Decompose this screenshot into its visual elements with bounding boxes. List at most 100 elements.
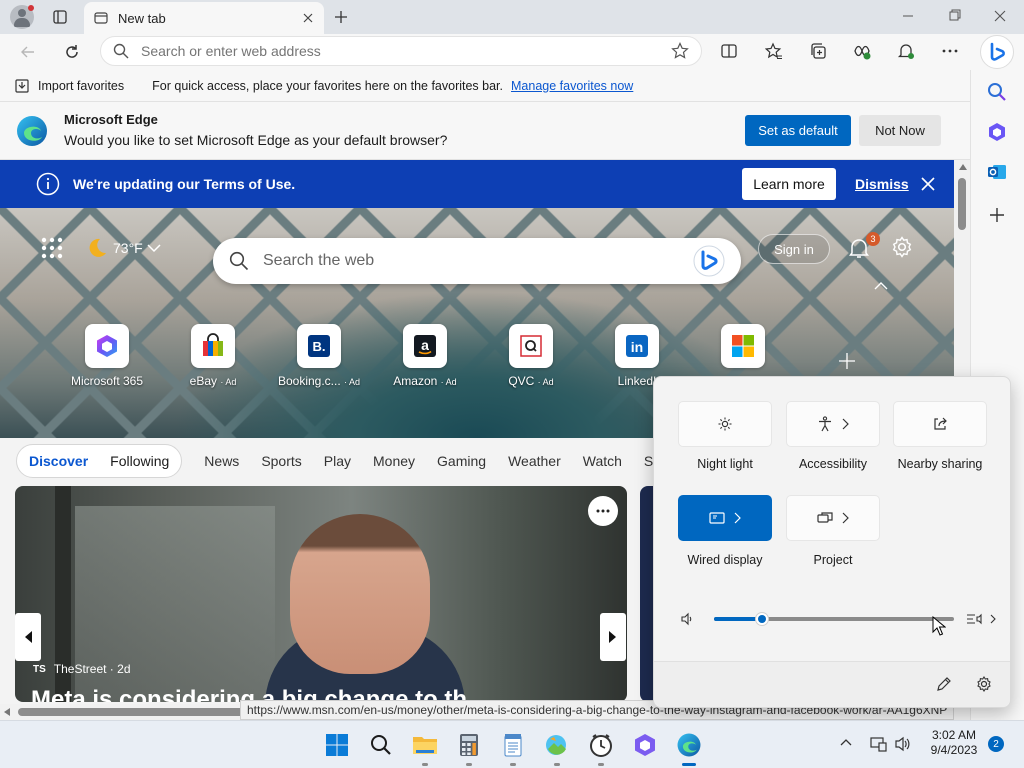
carousel-next-button[interactable] — [600, 613, 626, 661]
import-favorites-button[interactable]: Import favorites — [38, 79, 124, 93]
calculator-icon[interactable] — [453, 729, 485, 766]
volume-slider[interactable] — [714, 612, 954, 626]
tile-booking[interactable]: B. Booking.c... · Ad — [274, 324, 364, 388]
chevron-right-icon[interactable] — [733, 512, 741, 524]
browser-essentials-icon[interactable] — [846, 35, 878, 67]
tile-microsoft[interactable] — [698, 324, 788, 368]
add-shortcut-icon[interactable] — [838, 352, 856, 370]
project-label: Project — [813, 553, 853, 567]
refresh-icon[interactable] — [56, 36, 88, 68]
minimize-icon[interactable] — [896, 6, 920, 26]
nearby-sharing-toggle[interactable] — [893, 401, 987, 447]
set-as-default-button[interactable]: Set as default — [745, 115, 851, 146]
chevron-right-icon[interactable] — [841, 512, 849, 524]
add-favorite-star-icon[interactable] — [671, 42, 689, 60]
new-tab-button[interactable] — [325, 1, 357, 33]
web-search-box[interactable]: Search the web — [213, 238, 741, 284]
nav-news[interactable]: News — [204, 453, 239, 469]
tile-amazon[interactable]: a Amazon · Ad — [380, 324, 470, 388]
volume-thumb[interactable] — [755, 612, 769, 626]
accessibility-toggle[interactable] — [786, 401, 880, 447]
close-tab-icon[interactable] — [302, 12, 314, 24]
card-more-options-icon[interactable] — [588, 496, 618, 526]
tab-following[interactable]: Following — [110, 453, 169, 469]
notifications-bell-icon[interactable] — [890, 35, 922, 67]
night-light-toggle[interactable] — [678, 401, 772, 447]
copilot-icon[interactable] — [980, 35, 1014, 69]
audio-output-selector[interactable] — [966, 611, 996, 627]
not-now-button[interactable]: Not Now — [859, 115, 941, 146]
notepad-icon[interactable] — [497, 729, 529, 766]
system-tray[interactable] — [870, 735, 912, 753]
taskbar-search-icon[interactable] — [365, 729, 397, 761]
learn-more-button[interactable]: Learn more — [742, 168, 836, 200]
scroll-up-arrow-icon[interactable] — [959, 164, 967, 170]
sidebar-add-icon[interactable] — [988, 206, 1006, 224]
sign-in-button[interactable]: Sign in — [758, 234, 830, 264]
mouse-pointer-icon — [932, 616, 946, 636]
bing-chat-icon[interactable] — [693, 245, 725, 277]
windows-start-icon[interactable] — [321, 729, 353, 761]
nav-gaming[interactable]: Gaming — [437, 453, 486, 469]
article-card[interactable]: TS TheStreet · 2d Meta is considering a … — [15, 486, 627, 702]
wired-display-toggle[interactable] — [678, 495, 772, 541]
file-explorer-icon[interactable] — [409, 729, 441, 766]
edge-icon[interactable] — [673, 729, 705, 766]
sidebar-microsoft-365-icon[interactable] — [987, 122, 1007, 142]
clock-date[interactable]: 3:02 AM 9/4/2023 — [924, 728, 984, 758]
profile-avatar[interactable] — [10, 5, 34, 29]
nav-play[interactable]: Play — [324, 453, 351, 469]
tab-discover[interactable]: Discover — [29, 453, 88, 469]
speaker-volume-icon[interactable] — [680, 612, 694, 626]
manage-favorites-link[interactable]: Manage favorites now — [511, 79, 633, 93]
show-hidden-icons-chevron[interactable] — [840, 738, 852, 746]
tile-ebay[interactable]: eBay · Ad — [168, 324, 258, 388]
msn-notifications-icon[interactable]: 3 — [847, 232, 880, 260]
horizontal-scroll-thumb[interactable] — [18, 708, 268, 716]
import-favorites-icon[interactable] — [14, 78, 30, 94]
favorites-icon[interactable] — [758, 35, 790, 67]
tile-qvc[interactable]: QVC · Ad — [486, 324, 576, 388]
clock-icon[interactable] — [585, 729, 617, 766]
project-toggle[interactable] — [786, 495, 880, 541]
address-input[interactable] — [141, 43, 659, 59]
restore-icon[interactable] — [942, 6, 966, 26]
tab-title: New tab — [118, 10, 166, 26]
sidebar-outlook-icon[interactable] — [987, 162, 1007, 182]
nav-money[interactable]: Money — [373, 453, 415, 469]
photos-icon[interactable] — [541, 729, 573, 766]
running-indicator — [598, 763, 604, 766]
tab-actions-icon[interactable] — [44, 1, 76, 33]
notification-center-badge[interactable]: 2 — [988, 736, 1004, 752]
chevron-right-icon[interactable] — [841, 418, 849, 430]
nav-watch[interactable]: Watch — [583, 453, 622, 469]
nav-weather[interactable]: Weather — [508, 453, 561, 469]
nav-more[interactable]: S — [644, 453, 653, 469]
quick-settings-panel: Night light Accessibility Nearby sharing… — [653, 376, 1011, 708]
vertical-scroll-thumb[interactable] — [958, 178, 966, 230]
split-screen-icon[interactable] — [713, 35, 745, 67]
address-bar[interactable] — [100, 36, 702, 66]
tile-microsoft-365[interactable]: Microsoft 365 — [62, 324, 152, 388]
more-options-icon[interactable] — [934, 35, 966, 67]
edit-pencil-icon[interactable] — [936, 676, 952, 692]
collections-icon[interactable] — [802, 35, 834, 67]
svg-text:B.: B. — [313, 339, 326, 354]
page-settings-gear-icon[interactable] — [891, 236, 913, 258]
collapse-chevron-icon[interactable] — [874, 281, 888, 291]
close-window-icon[interactable] — [988, 6, 1012, 26]
sidebar-search-icon[interactable] — [987, 82, 1007, 102]
app-launcher-icon[interactable] — [41, 237, 63, 259]
dismiss-link[interactable]: Dismiss — [855, 176, 909, 192]
weather-widget[interactable]: 73°F — [85, 236, 161, 260]
close-banner-icon[interactable] — [921, 177, 935, 191]
carousel-prev-button[interactable] — [15, 613, 41, 661]
tab-new-tab[interactable]: New tab — [84, 2, 324, 34]
back-icon[interactable] — [12, 36, 44, 68]
all-settings-gear-icon[interactable] — [976, 676, 992, 692]
microsoft-365-icon[interactable] — [629, 729, 661, 761]
favorites-bar-hint: For quick access, place your favorites h… — [152, 78, 504, 93]
scroll-left-arrow-icon[interactable] — [4, 708, 10, 716]
nav-sports[interactable]: Sports — [261, 453, 301, 469]
article-source: TS TheStreet · 2d — [33, 662, 131, 676]
